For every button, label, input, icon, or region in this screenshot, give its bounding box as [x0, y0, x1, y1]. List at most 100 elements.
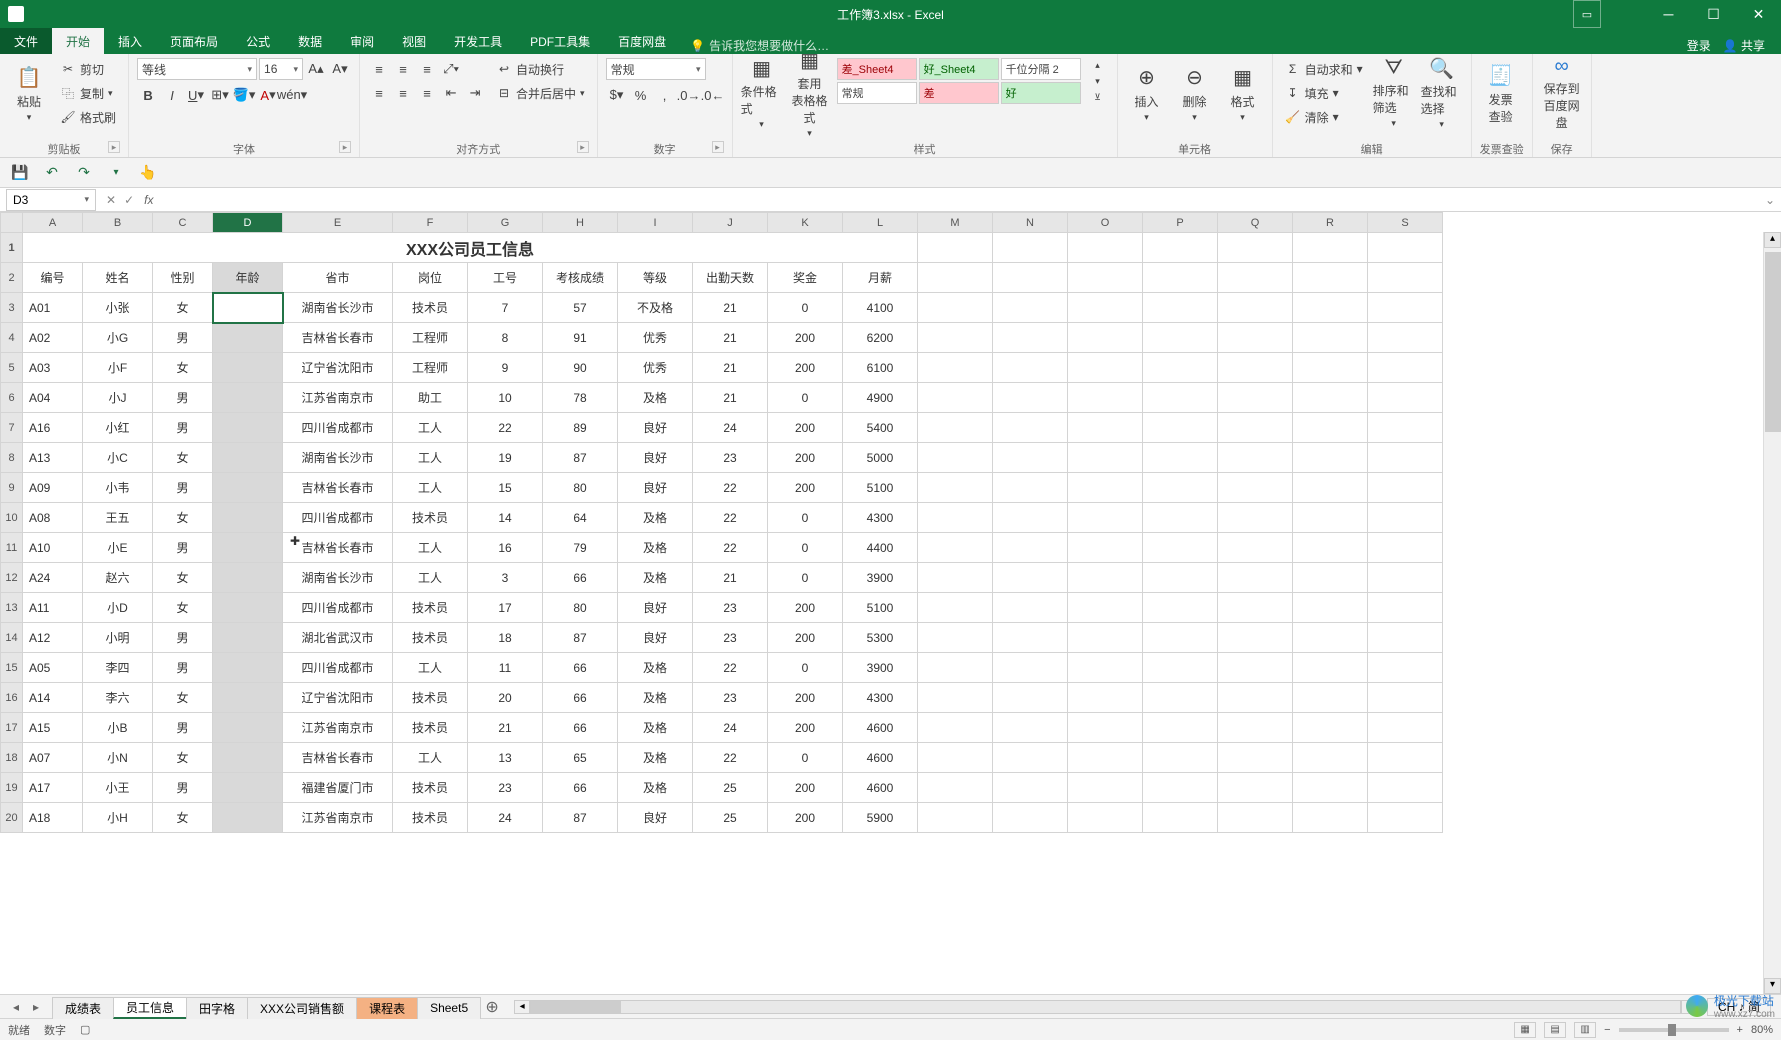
ribbon-tab-1[interactable]: 开始 [52, 28, 104, 54]
cell[interactable]: 21 [693, 323, 768, 353]
row-header[interactable]: 17 [1, 713, 23, 743]
cell[interactable] [1068, 503, 1143, 533]
cell[interactable]: A17 [23, 773, 83, 803]
column-header[interactable]: H [543, 213, 618, 233]
cell[interactable]: 小N [83, 743, 153, 773]
cell[interactable] [993, 233, 1068, 263]
cell[interactable] [213, 443, 283, 473]
zoom-slider[interactable] [1619, 1028, 1729, 1032]
cell[interactable] [213, 473, 283, 503]
cell[interactable]: 小E [83, 533, 153, 563]
cell[interactable] [1368, 803, 1443, 833]
cell[interactable] [1143, 353, 1218, 383]
cell[interactable] [1143, 713, 1218, 743]
cell[interactable] [918, 773, 993, 803]
number-launcher[interactable]: ▸ [712, 141, 724, 153]
cell[interactable] [918, 653, 993, 683]
cell[interactable] [1293, 503, 1368, 533]
cell[interactable]: 男 [153, 623, 213, 653]
cell[interactable]: 及格 [618, 503, 693, 533]
cell[interactable]: 技术员 [393, 713, 468, 743]
cell[interactable]: 200 [768, 353, 843, 383]
cell[interactable] [1293, 533, 1368, 563]
cell[interactable]: 0 [768, 743, 843, 773]
cell[interactable] [213, 503, 283, 533]
cell[interactable]: 福建省厦门市 [283, 773, 393, 803]
cell[interactable]: 及格 [618, 653, 693, 683]
cell[interactable]: 男 [153, 323, 213, 353]
phonetic-button[interactable]: wén▾ [281, 84, 303, 106]
cell[interactable]: 4600 [843, 713, 918, 743]
cell[interactable]: A10 [23, 533, 83, 563]
paste-button[interactable]: 📋 粘贴 ▾ [8, 58, 50, 128]
row-header[interactable]: 15 [1, 653, 23, 683]
cell[interactable] [1143, 593, 1218, 623]
formula-bar-expand[interactable]: ⌄ [1759, 193, 1781, 207]
cell[interactable] [1368, 293, 1443, 323]
cell[interactable]: 工人 [393, 653, 468, 683]
cell[interactable]: 6100 [843, 353, 918, 383]
cell[interactable]: 及格 [618, 533, 693, 563]
sheet-title-cell[interactable]: XXX公司员工信息 [23, 233, 918, 263]
cut-button[interactable]: ✂剪切 [56, 58, 120, 80]
cell[interactable] [1068, 743, 1143, 773]
cell[interactable]: A03 [23, 353, 83, 383]
cell[interactable] [1293, 233, 1368, 263]
cell[interactable]: 辽宁省沈阳市 [283, 683, 393, 713]
row-header[interactable]: 10 [1, 503, 23, 533]
cell[interactable]: 0 [768, 503, 843, 533]
cell[interactable] [1068, 263, 1143, 293]
cell[interactable] [918, 293, 993, 323]
ribbon-tab-10[interactable]: 百度网盘 [604, 28, 680, 54]
vertical-scrollbar[interactable]: ▴ ▾ [1763, 232, 1781, 994]
cell[interactable] [918, 563, 993, 593]
cell[interactable]: 87 [543, 443, 618, 473]
column-header[interactable]: R [1293, 213, 1368, 233]
cell[interactable] [1143, 683, 1218, 713]
cell[interactable] [1293, 593, 1368, 623]
cell[interactable]: 工程师 [393, 353, 468, 383]
cell[interactable] [918, 263, 993, 293]
cell[interactable] [918, 323, 993, 353]
sheet-tab[interactable]: 田字格 [186, 997, 248, 1019]
page-break-view-button[interactable]: ▥ [1574, 1022, 1596, 1038]
cell[interactable]: 小G [83, 323, 153, 353]
cell[interactable]: 吉林省长春市 [283, 323, 393, 353]
cell[interactable]: 22 [693, 503, 768, 533]
increase-decimal-button[interactable]: .0→ [678, 84, 700, 106]
column-header[interactable]: N [993, 213, 1068, 233]
cell[interactable]: 良好 [618, 803, 693, 833]
cell[interactable]: 小D [83, 593, 153, 623]
cell[interactable]: 0 [768, 533, 843, 563]
new-sheet-button[interactable]: ⊕ [480, 997, 504, 1017]
wrap-text-button[interactable]: ↩自动换行 [492, 58, 589, 80]
cell[interactable]: 21 [693, 383, 768, 413]
cell[interactable] [1218, 803, 1293, 833]
cell[interactable]: 女 [153, 563, 213, 593]
column-header[interactable]: G [468, 213, 543, 233]
cell[interactable] [1143, 233, 1218, 263]
sheet-tab[interactable]: XXX公司销售额 [247, 997, 357, 1019]
name-box[interactable]: D3▾ [6, 189, 96, 211]
cell[interactable] [1143, 563, 1218, 593]
style-good-sheet4[interactable]: 好_Sheet4 [919, 58, 999, 80]
cell[interactable]: 23 [693, 683, 768, 713]
sheet-tab[interactable]: 课程表 [356, 997, 418, 1019]
cell[interactable] [993, 653, 1068, 683]
cell[interactable]: 四川省成都市 [283, 413, 393, 443]
cell[interactable]: 0 [768, 563, 843, 593]
header-cell[interactable]: 等级 [618, 263, 693, 293]
cell[interactable]: 及格 [618, 773, 693, 803]
cell[interactable] [213, 323, 283, 353]
cell[interactable] [1293, 803, 1368, 833]
cell[interactable]: 80 [543, 593, 618, 623]
ribbon-display-options[interactable]: ▭ [1573, 0, 1601, 28]
share-button[interactable]: 👤 共享 [1723, 37, 1765, 54]
cell[interactable]: 16 [468, 533, 543, 563]
cell[interactable] [1293, 323, 1368, 353]
cell[interactable] [213, 533, 283, 563]
cell[interactable]: 良好 [618, 443, 693, 473]
qat-customize[interactable]: ▾ [106, 163, 126, 183]
insert-cells-button[interactable]: ⊕插入▾ [1126, 58, 1168, 128]
styles-scroll-down[interactable]: ▾ [1087, 74, 1109, 88]
